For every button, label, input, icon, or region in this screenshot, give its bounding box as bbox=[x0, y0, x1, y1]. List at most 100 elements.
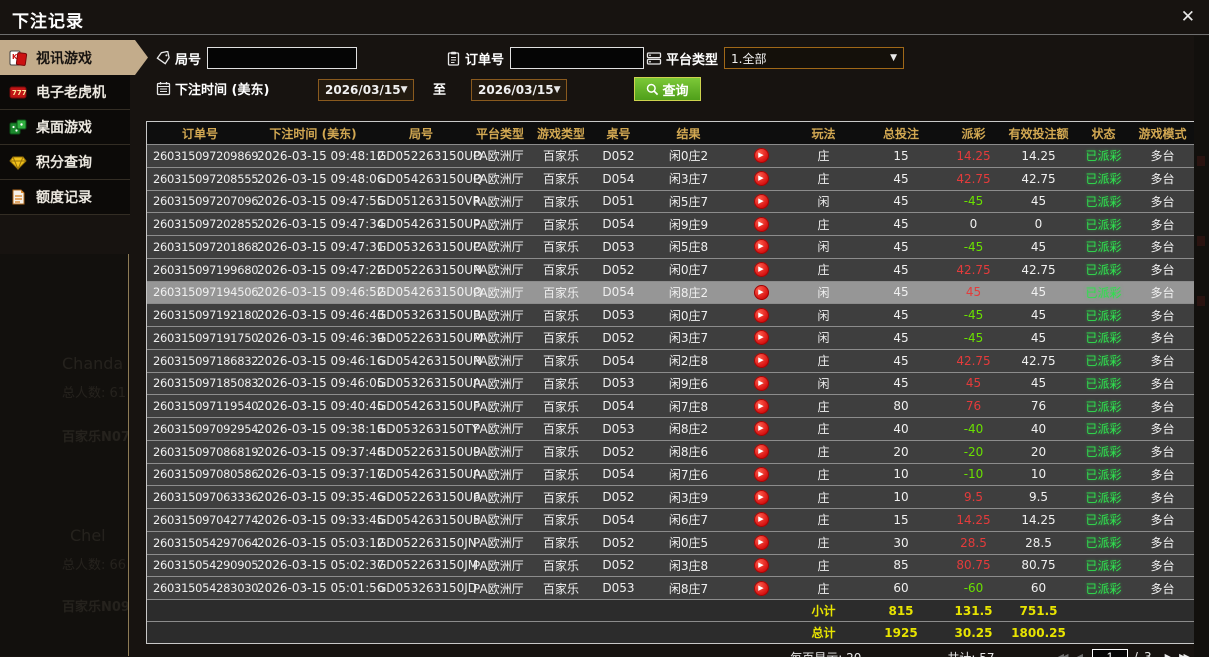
cell-status: 已派彩 bbox=[1085, 354, 1122, 369]
play-icon: ▶ bbox=[753, 512, 769, 528]
table-row[interactable]: 260315054290905 2026-03-15 05:02:37 GD0522… bbox=[147, 553, 1194, 577]
content-area: 局号 订单号 平台类型 1.全部 ▼ 下注时间 (美东) 2026/03/15 … bbox=[130, 35, 1209, 657]
play-icon: ▶ bbox=[753, 398, 769, 414]
cell-play: 庄 bbox=[817, 558, 830, 573]
table-row[interactable]: 260315097201868 2026-03-15 09:47:31 GD0532… bbox=[147, 235, 1194, 258]
cell-bet: 45 bbox=[893, 194, 909, 209]
play-icon: ▶ bbox=[753, 535, 769, 551]
cell-status: 已派彩 bbox=[1085, 194, 1122, 209]
table-row[interactable]: 260315097185083 2026-03-15 09:46:05 GD0532… bbox=[147, 371, 1194, 395]
sidebar-item-video-games[interactable]: K 视讯游戏 bbox=[0, 40, 148, 75]
prev-page-icon[interactable]: ◀ bbox=[1071, 651, 1085, 657]
chevron-down-icon: ▼ bbox=[553, 85, 561, 95]
replay-button[interactable]: ▶ bbox=[731, 398, 791, 414]
cell-status: 已派彩 bbox=[1085, 445, 1122, 460]
replay-button[interactable]: ▶ bbox=[731, 148, 791, 164]
replay-button[interactable]: ▶ bbox=[731, 216, 791, 232]
table-row[interactable]: 260315054283030 2026-03-15 05:01:56 GD0532… bbox=[147, 576, 1194, 599]
replay-button[interactable]: ▶ bbox=[731, 239, 791, 255]
replay-button[interactable]: ▶ bbox=[731, 262, 791, 278]
dim-dealer-name: Chel bbox=[70, 526, 106, 545]
replay-button[interactable]: ▶ bbox=[731, 535, 791, 551]
bet-records-table: 订单号 下注时间 (美东) 局号 平台类型 游戏类型 桌号 结果 玩法 总投注 … bbox=[146, 121, 1195, 644]
table-row[interactable]: 260315097080586 2026-03-15 09:37:17 GD0542… bbox=[147, 462, 1194, 486]
table-row[interactable]: 260315097199680 2026-03-15 09:47:22 GD0522… bbox=[147, 257, 1194, 281]
replay-button[interactable]: ▶ bbox=[731, 375, 791, 391]
replay-button[interactable]: ▶ bbox=[731, 171, 791, 187]
replay-button[interactable]: ▶ bbox=[731, 330, 791, 346]
sidebar-item-slots[interactable]: 777 电子老虎机 bbox=[0, 75, 130, 110]
round-number-input[interactable] bbox=[207, 47, 358, 69]
replay-button[interactable]: ▶ bbox=[731, 512, 791, 528]
date-to-label: 至 bbox=[433, 83, 447, 98]
table-row[interactable]: 260315097192180 2026-03-15 09:46:43 GD0532… bbox=[147, 303, 1194, 326]
dim-dealer-name: Chanda bbox=[62, 354, 124, 373]
cell-play: 庄 bbox=[817, 399, 830, 414]
date-to-select[interactable]: 2026/03/15 ▼ bbox=[471, 79, 567, 101]
filter-bar: 局号 订单号 平台类型 1.全部 ▼ 下注时间 (美东) 2026/03/15 … bbox=[130, 35, 1209, 111]
replay-button[interactable]: ▶ bbox=[731, 557, 791, 573]
cell-valid: 45 bbox=[1030, 308, 1047, 323]
cell-order: 260315097080586 bbox=[153, 467, 259, 482]
cell-payout: 45 bbox=[965, 376, 982, 391]
cell-play: 闲 bbox=[817, 376, 830, 391]
play-icon: ▶ bbox=[753, 307, 769, 323]
sidebar-item-table-games[interactable]: 桌面游戏 bbox=[0, 110, 130, 145]
replay-button[interactable]: ▶ bbox=[731, 489, 791, 505]
table-row[interactable]: 260315054297064 2026-03-15 05:03:12 GD0522… bbox=[147, 530, 1194, 554]
cell-valid: 80.75 bbox=[1021, 558, 1056, 573]
cell-mode: 多台 bbox=[1150, 149, 1175, 164]
table-row[interactable]: 260315097042774 2026-03-15 09:33:45 GD0542… bbox=[147, 508, 1194, 531]
table-row[interactable]: 260315097119540 2026-03-15 09:40:45 GD0542… bbox=[147, 394, 1194, 417]
platform-type-select[interactable]: 1.全部 ▼ bbox=[724, 47, 905, 69]
table-row[interactable]: 260315097186832 2026-03-15 09:46:16 GD0542… bbox=[147, 348, 1194, 372]
cell-result: 闲2庄8 bbox=[668, 354, 709, 369]
table-row[interactable]: 260315097086819 2026-03-15 09:37:48 GD0522… bbox=[147, 439, 1194, 463]
table-row[interactable]: 260315097208555 2026-03-15 09:48:06 GD0542… bbox=[147, 166, 1194, 190]
cell-bet: 40 bbox=[893, 421, 909, 436]
page-number-input[interactable] bbox=[1091, 648, 1128, 657]
table-row[interactable]: 260315097194506 2026-03-15 09:46:52 GD0542… bbox=[147, 280, 1194, 304]
cell-valid: 10 bbox=[1030, 467, 1047, 482]
cell-platform: PA欧洲厅 bbox=[473, 240, 524, 255]
order-number-input[interactable] bbox=[510, 47, 645, 69]
cell-status: 已派彩 bbox=[1085, 399, 1122, 414]
cell-order: 260315054290905 bbox=[153, 558, 259, 573]
total-bet: 1925 bbox=[884, 625, 918, 640]
cell-time: 2026-03-15 09:46:52 bbox=[257, 285, 385, 300]
replay-button[interactable]: ▶ bbox=[731, 580, 791, 596]
sidebar-item-quota-records[interactable]: 额度记录 bbox=[0, 180, 130, 215]
cell-time: 2026-03-15 05:02:37 bbox=[257, 558, 385, 573]
cell-play: 闲 bbox=[817, 194, 830, 209]
search-button[interactable]: 查询 bbox=[634, 77, 701, 101]
first-page-icon[interactable]: ◀◀ bbox=[1053, 651, 1072, 657]
replay-button[interactable]: ▶ bbox=[731, 444, 791, 460]
table-row[interactable]: 260315097092954 2026-03-15 09:38:18 GD0532… bbox=[147, 417, 1194, 440]
date-from-select[interactable]: 2026/03/15 ▼ bbox=[318, 79, 414, 101]
table-row[interactable]: 260315097191750 2026-03-15 09:46:39 GD0522… bbox=[147, 326, 1194, 349]
table-row[interactable]: 260315097207096 2026-03-15 09:47:55 GD0512… bbox=[147, 189, 1194, 213]
cell-game: 百家乐 bbox=[542, 581, 579, 596]
col-header: 状态 bbox=[1091, 126, 1116, 141]
table-row[interactable]: 260315097063336 2026-03-15 09:35:46 GD0522… bbox=[147, 485, 1194, 508]
cell-round: GD054263150UQ bbox=[377, 171, 483, 186]
replay-button[interactable]: ▶ bbox=[731, 307, 791, 323]
table-row[interactable]: 260315097209869 2026-03-15 09:48:12 GD0522… bbox=[147, 144, 1194, 167]
replay-button[interactable]: ▶ bbox=[731, 421, 791, 437]
sidebar-item-points-query[interactable]: 积分查询 bbox=[0, 145, 130, 180]
close-icon[interactable]: ✕ bbox=[1181, 8, 1195, 26]
replay-button[interactable]: ▶ bbox=[731, 193, 791, 209]
cell-mode: 多台 bbox=[1150, 399, 1175, 414]
last-page-icon[interactable]: ▶▶ bbox=[1176, 651, 1195, 657]
cell-game: 百家乐 bbox=[542, 490, 579, 505]
replay-button[interactable]: ▶ bbox=[731, 353, 791, 369]
cell-mode: 多台 bbox=[1150, 376, 1175, 391]
cell-payout: -60 bbox=[963, 581, 984, 596]
cell-table: D054 bbox=[602, 217, 635, 232]
cell-status: 已派彩 bbox=[1085, 285, 1122, 300]
next-page-icon[interactable]: ▶ bbox=[1162, 651, 1176, 657]
replay-button[interactable]: ▶ bbox=[731, 466, 791, 482]
table-row[interactable]: 260315097202855 2026-03-15 09:47:34 GD0542… bbox=[147, 212, 1194, 235]
replay-button[interactable]: ▶ bbox=[731, 284, 791, 300]
cell-game: 百家乐 bbox=[542, 513, 579, 528]
